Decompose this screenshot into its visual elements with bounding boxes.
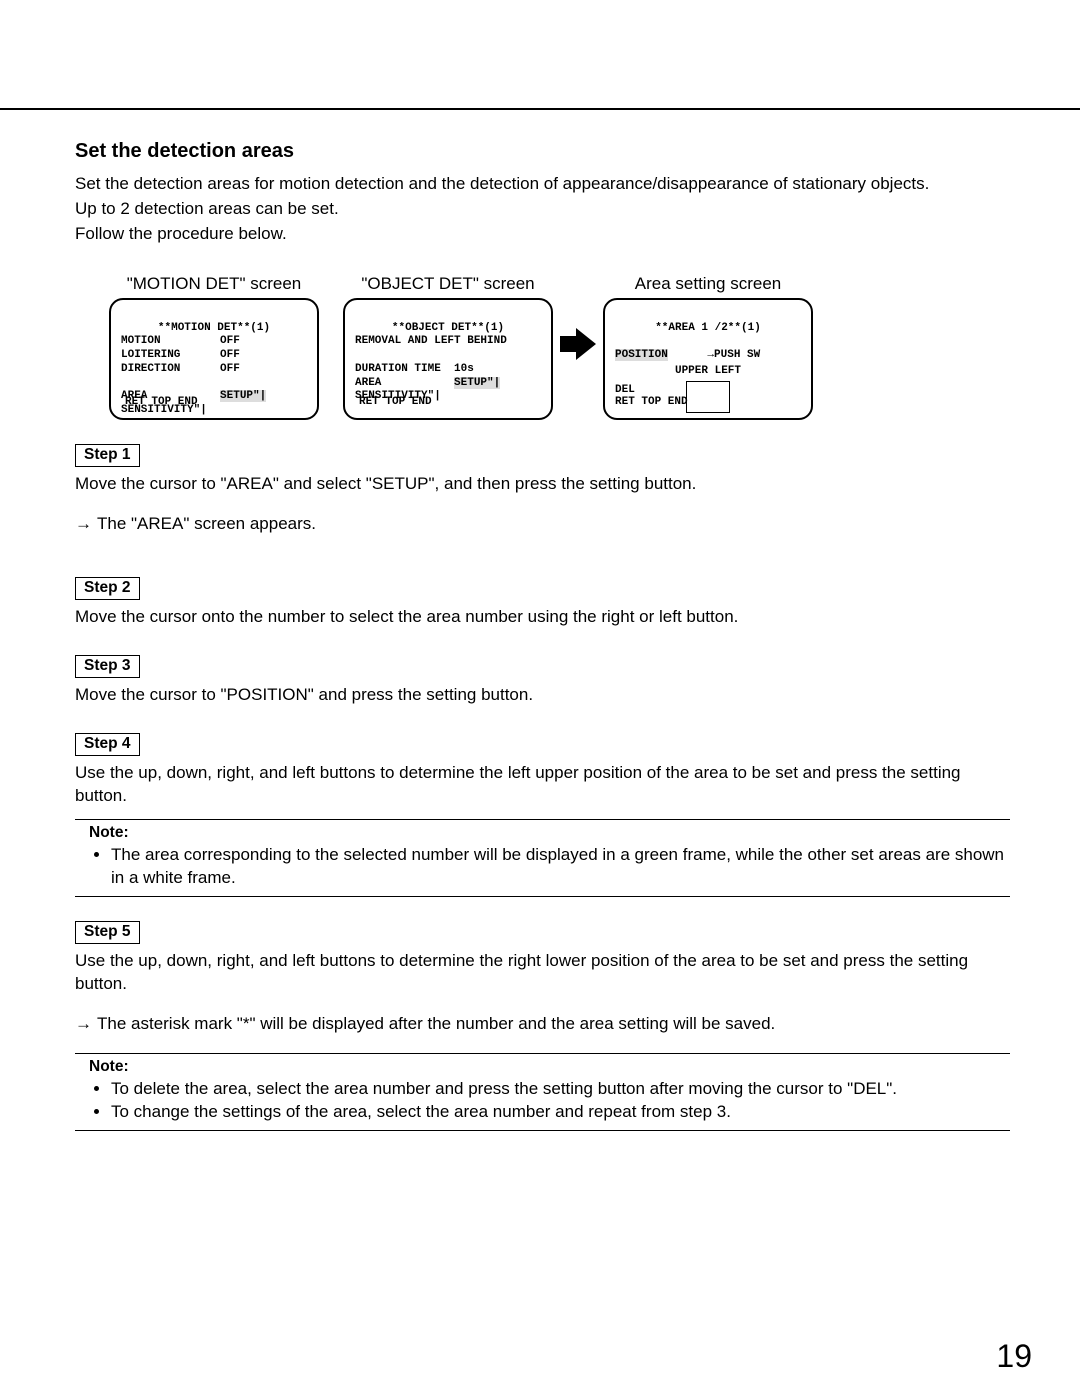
step-1-body: Move the cursor to "AREA" and select "SE… xyxy=(75,473,1010,496)
area-title: **AREA 1 /2**(1) xyxy=(615,322,801,336)
motion-row-1-k: LOITERING xyxy=(121,349,180,361)
motion-det-footer: RET TOP END xyxy=(125,396,198,410)
motion-det-screen: **MOTION DET**(1)MOTION OFF LOITERING OF… xyxy=(109,298,319,420)
arrow-right-icon xyxy=(558,324,598,364)
motion-det-title: **MOTION DET**(1) xyxy=(121,322,307,336)
object-det-sub: REMOVAL AND LEFT BEHIND xyxy=(355,335,507,347)
note-2-title: Note: xyxy=(89,1058,1010,1076)
step-5-result: →The asterisk mark "*" will be displayed… xyxy=(75,1013,1010,1036)
area-setting-block: Area setting screen **AREA 1 /2**(1) POS… xyxy=(603,274,813,420)
step-1-result-text: The "AREA" screen appears. xyxy=(97,514,316,533)
note-1: Note: The area corresponding to the sele… xyxy=(75,819,1010,897)
step-2-body: Move the cursor onto the number to selec… xyxy=(75,606,1010,629)
area-caption: UPPER LEFT xyxy=(615,365,801,379)
note-2-item-1: To change the settings of the area, sele… xyxy=(111,1101,1010,1124)
motion-row-4-v: SETUP"| xyxy=(220,390,266,402)
motion-row-2-k: DIRECTION xyxy=(121,363,180,375)
object-det-footer: RET TOP END xyxy=(359,396,432,410)
page-number: 19 xyxy=(996,1338,1032,1375)
motion-row-0-v: OFF xyxy=(220,335,240,347)
object-row-0-v: 10s xyxy=(454,363,474,375)
note-1-title: Note: xyxy=(89,824,1010,842)
motion-row-1-v: OFF xyxy=(220,349,240,361)
intro-line-3: Follow the procedure below. xyxy=(75,223,1010,246)
area-setting-label: Area setting screen xyxy=(603,274,813,294)
area-box-icon xyxy=(686,381,730,413)
flow-arrow xyxy=(553,274,603,414)
step-2-label: Step 2 xyxy=(75,577,140,600)
step-1-label: Step 1 xyxy=(75,444,140,467)
step-4-label: Step 4 xyxy=(75,733,140,756)
motion-row-0-k: MOTION xyxy=(121,335,161,347)
object-row-1-k: AREA xyxy=(355,377,381,389)
object-det-block: "OBJECT DET" screen **OBJECT DET**(1)REM… xyxy=(343,274,553,420)
step-5-label: Step 5 xyxy=(75,921,140,944)
step-3-label: Step 3 xyxy=(75,655,140,678)
object-row-0-k: DURATION TIME xyxy=(355,363,441,375)
intro-line-1: Set the detection areas for motion detec… xyxy=(75,173,1010,196)
object-det-label: "OBJECT DET" screen xyxy=(343,274,553,294)
step-3-body: Move the cursor to "POSITION" and press … xyxy=(75,684,1010,707)
area-position-k: POSITION xyxy=(615,349,668,361)
object-det-screen: **OBJECT DET**(1)REMOVAL AND LEFT BEHIND… xyxy=(343,298,553,420)
section-heading: Set the detection areas xyxy=(75,140,1010,163)
step-4-body: Use the up, down, right, and left button… xyxy=(75,762,1010,808)
motion-row-2-v: OFF xyxy=(220,363,240,375)
screens-row: "MOTION DET" screen **MOTION DET**(1)MOT… xyxy=(109,274,1010,420)
step-1-result: →The "AREA" screen appears. xyxy=(75,513,1010,536)
motion-det-block: "MOTION DET" screen **MOTION DET**(1)MOT… xyxy=(109,274,319,420)
area-position-v: →PUSH SW xyxy=(707,349,760,361)
object-row-1-v: SETUP"| xyxy=(454,377,500,389)
note-1-item-0: The area corresponding to the selected n… xyxy=(111,844,1010,890)
note-2-item-0: To delete the area, select the area numb… xyxy=(111,1078,1010,1101)
motion-det-label: "MOTION DET" screen xyxy=(109,274,319,294)
top-divider xyxy=(0,108,1080,110)
intro-line-2: Up to 2 detection areas can be set. xyxy=(75,198,1010,221)
step-5-body: Use the up, down, right, and left button… xyxy=(75,950,1010,996)
step-5-result-text: The asterisk mark "*" will be displayed … xyxy=(97,1014,775,1033)
area-setting-screen: **AREA 1 /2**(1) POSITION →PUSH SW UPPER… xyxy=(603,298,813,420)
object-det-title: **OBJECT DET**(1) xyxy=(355,322,541,336)
area-footer: RET TOP END xyxy=(615,396,688,410)
note-2: Note: To delete the area, select the are… xyxy=(75,1053,1010,1131)
